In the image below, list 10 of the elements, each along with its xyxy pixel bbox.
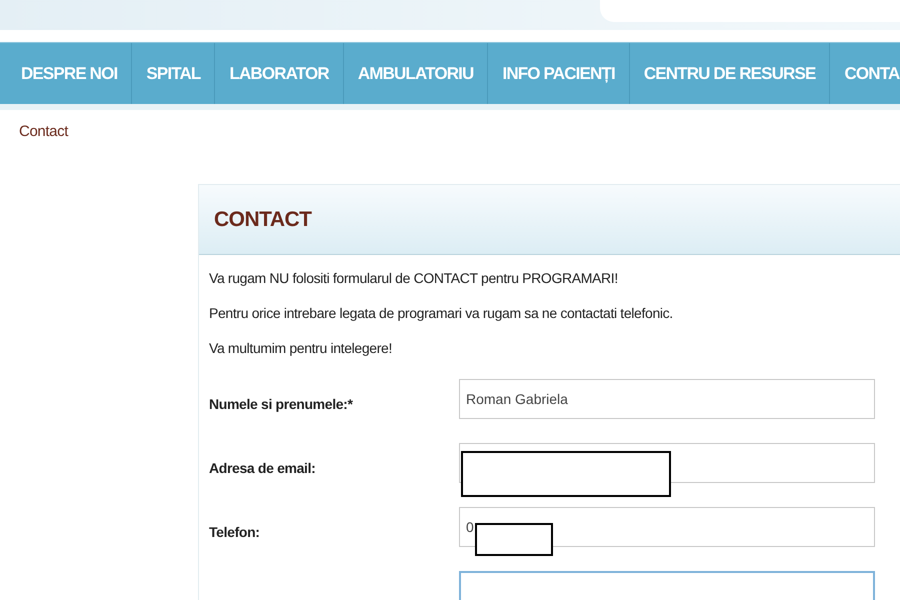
field-label: Telefon: [209,524,260,540]
field-label: Adresa de email: [209,460,316,476]
field-label: Numele si prenumele:* [209,396,353,412]
notice-text: Pentru orice intrebare legata de programari va rugam sa ne contactati telefonic. [209,304,674,322]
text-field[interactable] [459,571,875,600]
panel-title: CONTACT [214,206,312,233]
notice-text: Va rugam NU folositi formularul de CONTACT pentru PROGRAMARI! [209,269,619,287]
breadcrumb-link[interactable]: Contact [19,123,68,140]
notice-text: Va multumim pentru intelegere! [209,339,393,357]
text-field[interactable]: Roman Gabriela [459,379,875,419]
